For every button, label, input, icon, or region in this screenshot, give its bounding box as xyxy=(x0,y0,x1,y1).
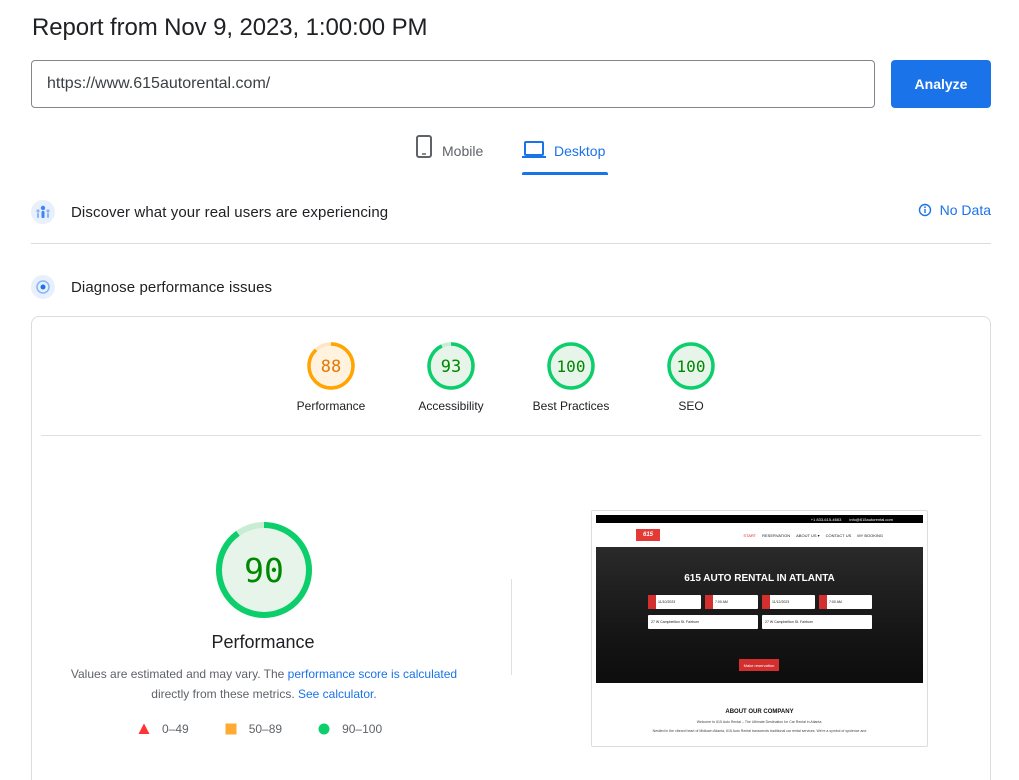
site-email: info@615autorental.com xyxy=(849,516,893,522)
page-screenshot: +1 833-615-4663 info@615autorental.com 6… xyxy=(591,510,928,747)
legend-average-range: 50–89 xyxy=(248,722,283,736)
diagnose-icon xyxy=(31,275,55,299)
site-about-line2: Nestled in the vibrant heart of Midtown … xyxy=(652,729,867,733)
tab-desktop-label: Desktop xyxy=(554,143,606,159)
gauge-seo-ring: 100 xyxy=(667,342,715,390)
site-date-row: 11/10/2023 7:00 AM 11/12/2023 7:00 AM xyxy=(648,595,872,609)
tab-mobile[interactable]: Mobile xyxy=(414,132,483,174)
legend-fail-range: 0–49 xyxy=(162,722,189,736)
site-pickup-location: 27 W Campbellton St. Fairburn xyxy=(651,620,700,624)
report-title: Report from Nov 9, 2023, 1:00:00 PM xyxy=(32,14,428,41)
no-data-label: No Data xyxy=(939,202,991,218)
see-calculator-link[interactable]: See calculator. xyxy=(298,687,377,701)
lab-data-title: Diagnose performance issues xyxy=(71,278,273,296)
phone-icon xyxy=(416,135,432,158)
gauge-seo-score: 100 xyxy=(677,357,706,376)
card-divider xyxy=(41,435,981,436)
lab-data-section: Diagnose performance issues xyxy=(31,269,991,305)
field-data-title: Discover what your real users are experi… xyxy=(71,203,389,221)
gauge-accessibility-label: Accessibility xyxy=(418,399,484,413)
gauge-seo-label: SEO xyxy=(678,399,704,413)
site-pickup-time: 7:00 AM xyxy=(715,600,728,604)
site-field: 27 W Campbellton St. Fairburn xyxy=(762,615,872,629)
legend-pass-range: 90–100 xyxy=(342,722,383,736)
site-return-date: 11/12/2023 xyxy=(772,600,790,604)
gauge-accessibility[interactable]: 93 Accessibility xyxy=(391,341,511,413)
active-tab-indicator xyxy=(522,172,608,175)
screenshot-content: +1 833-615-4663 info@615autorental.com 6… xyxy=(596,515,923,742)
site-logo: 615 xyxy=(636,529,660,541)
performance-score-large: 90 xyxy=(244,551,284,590)
gauge-performance-ring: 88 xyxy=(307,342,355,390)
site-nav-item: ABOUT US ▾ xyxy=(796,532,820,538)
site-pickup-date: 11/10/2023 xyxy=(658,600,676,604)
circle-icon xyxy=(318,723,330,735)
score-gauges: 88 Performance 93 Accessibility 100 Best… xyxy=(32,341,990,421)
site-field: 11/10/2023 xyxy=(648,595,701,609)
score-legend: 0–49 50–89 90–100 xyxy=(138,722,382,736)
section-divider xyxy=(31,243,991,244)
field-data-section: Discover what your real users are experi… xyxy=(31,194,991,230)
performance-title: Performance xyxy=(211,632,315,652)
device-tabs: Mobile Desktop xyxy=(0,132,1019,176)
site-location-row: 27 W Campbellton St. Fairburn 27 W Campb… xyxy=(648,615,872,629)
perf-desc-middle: directly from these metrics. xyxy=(151,687,298,701)
analyze-button[interactable]: Analyze xyxy=(891,60,991,108)
gauge-best-practices-score: 100 xyxy=(557,357,586,376)
site-hero: 615 AUTO RENTAL IN ATLANTA 11/10/2023 7:… xyxy=(596,547,923,683)
site-field: 27 W Campbellton St. Fairburn xyxy=(648,615,758,629)
gauge-best-practices-ring: 100 xyxy=(547,342,595,390)
gauge-best-practices-label: Best Practices xyxy=(532,399,610,413)
site-reserve-button: Make reservation xyxy=(739,659,779,671)
score-calculated-link[interactable]: performance score is calculated xyxy=(288,667,457,681)
site-about-line1: Welcome to 615 Auto Rental – The Ultimat… xyxy=(696,720,823,724)
gauge-performance-score: 88 xyxy=(321,357,341,377)
site-hero-title: 615 AUTO RENTAL IN ATLANTA xyxy=(684,573,835,584)
site-return-location: 27 W Campbellton St. Fairburn xyxy=(765,620,814,624)
site-about-title: ABOUT OUR COMPANY xyxy=(725,709,794,715)
square-icon xyxy=(225,723,237,735)
site-field: 11/12/2023 xyxy=(762,595,815,609)
site-return-time: 7:00 AM xyxy=(829,600,842,604)
tab-mobile-label: Mobile xyxy=(442,143,484,159)
vertical-separator xyxy=(511,579,512,675)
gauge-seo[interactable]: 100 SEO xyxy=(631,341,751,413)
gauge-performance[interactable]: 88 Performance xyxy=(271,341,391,413)
users-icon xyxy=(31,200,55,224)
performance-description: Values are estimated and may vary. The p… xyxy=(62,664,466,704)
no-data-status: No Data xyxy=(918,202,991,218)
legend-pass: 90–100 xyxy=(318,722,382,736)
tab-desktop[interactable]: Desktop xyxy=(522,132,608,175)
gauge-best-practices[interactable]: 100 Best Practices xyxy=(511,341,631,413)
site-field: 7:00 AM xyxy=(705,595,758,609)
url-input[interactable] xyxy=(31,60,875,108)
site-nav-item: MY BOOKING xyxy=(857,532,883,538)
laptop-icon xyxy=(522,141,546,158)
legend-average: 50–89 xyxy=(225,722,282,736)
report-card: 88 Performance 93 Accessibility 100 Best… xyxy=(31,316,991,780)
gauge-accessibility-score: 93 xyxy=(441,357,461,377)
site-field: 7:00 AM xyxy=(819,595,872,609)
site-nav: 615 START RESERVATION ABOUT US ▾ CONTACT… xyxy=(596,523,923,547)
site-nav-item: CONTACT US xyxy=(825,532,852,538)
site-nav-item: START xyxy=(743,532,757,538)
gauge-accessibility-ring: 93 xyxy=(427,342,475,390)
legend-fail: 0–49 xyxy=(138,722,189,736)
perf-desc-prefix: Values are estimated and may vary. The xyxy=(70,667,288,681)
site-topbar: +1 833-615-4663 info@615autorental.com xyxy=(596,515,923,523)
info-icon[interactable] xyxy=(918,203,932,217)
performance-gauge-large: 90 xyxy=(216,522,312,618)
triangle-icon xyxy=(138,723,150,734)
gauge-performance-label: Performance xyxy=(296,399,366,413)
site-phone: +1 833-615-4663 xyxy=(810,516,842,522)
site-nav-item: RESERVATION xyxy=(762,532,791,538)
